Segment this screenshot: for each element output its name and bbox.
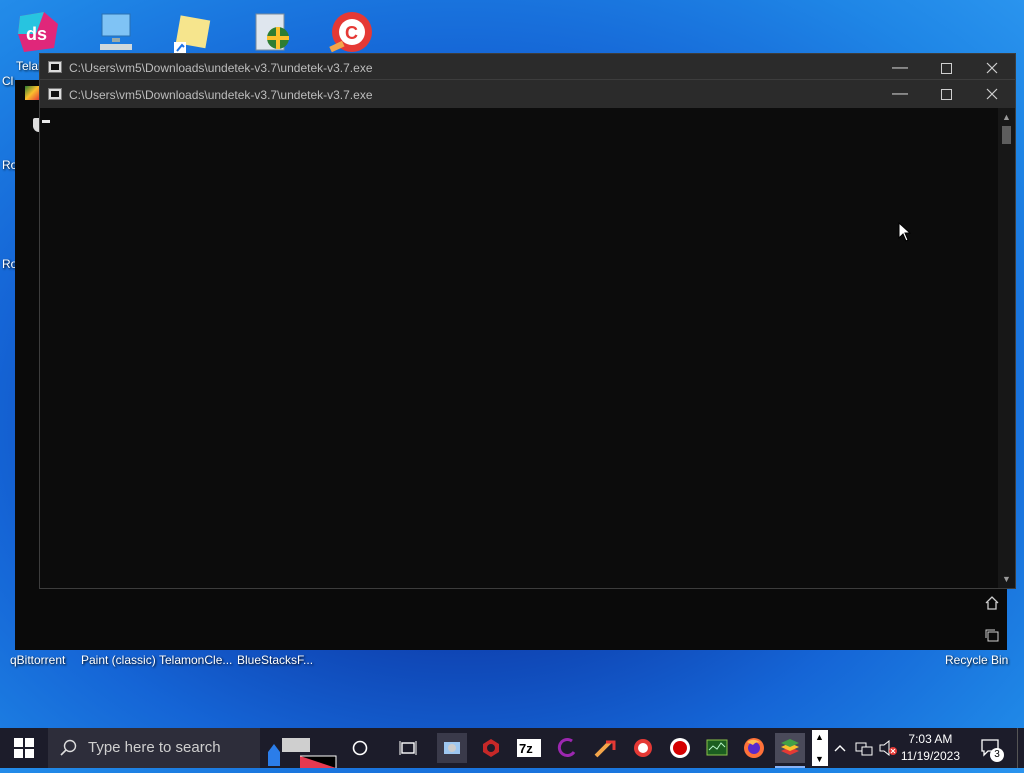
recorder-icon[interactable]: [665, 733, 695, 763]
scroll-down-arrow-icon[interactable]: ▼: [998, 572, 1015, 586]
search-icon: [60, 739, 77, 756]
red-hex-app-icon[interactable]: [476, 733, 506, 763]
notification-count-badge: 3: [990, 748, 1004, 762]
search-box[interactable]: Type here to search: [48, 728, 260, 768]
maximize-button[interactable]: [923, 80, 969, 108]
action-center-icon[interactable]: 3: [975, 733, 1005, 763]
this-pc-icon[interactable]: [92, 8, 148, 56]
network-icon[interactable]: [852, 733, 876, 763]
home-icon[interactable]: [977, 588, 1007, 618]
desktop-label-qbittorrent[interactable]: qBittorrent: [10, 653, 65, 667]
vertical-scrollbar[interactable]: ▲ ▼: [998, 108, 1015, 588]
desktop-label-telamoncleaner[interactable]: TelamonCle...: [159, 653, 232, 667]
console-app-icon: [48, 88, 62, 100]
console-app-icon: [48, 61, 62, 73]
scroll-up-arrow-icon[interactable]: ▲: [998, 110, 1015, 124]
task-view-icon[interactable]: [393, 733, 423, 763]
background-app-logo-icon: [25, 86, 39, 100]
taskbar-scroll-up-icon[interactable]: ▲: [815, 732, 824, 742]
desktop-studio-icon[interactable]: ds: [14, 8, 70, 56]
clock-time: 7:03 AM: [908, 732, 953, 746]
minimize-button[interactable]: —: [877, 80, 923, 108]
close-button[interactable]: [969, 80, 1015, 108]
clock-date: 11/19/2023: [900, 749, 960, 763]
desktop-label-bluestacks[interactable]: BlueStacksF...: [237, 653, 313, 667]
console-window-back-titlebar[interactable]: C:\Users\vm5\Downloads\undetek-v3.7\unde…: [39, 53, 1016, 81]
ccleaner-taskbar-icon[interactable]: [628, 733, 658, 763]
svg-text:C: C: [345, 23, 358, 43]
console-window-front-title: C:\Users\vm5\Downloads\undetek-v3.7\unde…: [69, 88, 373, 102]
scrollbar-thumb[interactable]: [1002, 126, 1011, 144]
file-explorer-taskbar-icon[interactable]: [437, 733, 467, 763]
search-placeholder: Type here to search: [88, 739, 221, 756]
ccleaner-broom-icon[interactable]: [590, 733, 620, 763]
svg-text:7z: 7z: [519, 741, 533, 756]
search-highlight-image: [260, 730, 338, 768]
desktop-label-partial-1: Cl: [2, 74, 14, 88]
taskbar: Type here to search 7z ▲ ▼ 7:03 AM 11/19…: [0, 728, 1024, 768]
minimize-button[interactable]: —: [877, 54, 923, 82]
bluestacks-taskbar-icon[interactable]: [775, 733, 805, 763]
taskbar-scroll-down-icon[interactable]: ▼: [815, 754, 824, 764]
ccleaner-icon[interactable]: C: [326, 8, 382, 56]
folder-shortcut-icon[interactable]: [170, 8, 226, 56]
show-desktop-button[interactable]: [1017, 728, 1024, 768]
arc-app-icon[interactable]: [552, 733, 582, 763]
svg-text:ds: ds: [26, 24, 47, 44]
7zip-icon[interactable]: 7z: [514, 733, 544, 763]
taskbar-scroll-buttons[interactable]: ▲ ▼: [812, 730, 828, 766]
mouse-pointer-icon: [898, 222, 912, 242]
show-hidden-icons-chevron-icon[interactable]: [832, 733, 848, 763]
close-button[interactable]: [969, 54, 1015, 82]
console-window-back-title: C:\Users\vm5\Downloads\undetek-v3.7\unde…: [69, 61, 373, 75]
start-button[interactable]: [9, 733, 39, 763]
clock[interactable]: 7:03 AM 11/19/2023: [901, 731, 960, 765]
desktop-label-recycle-bin[interactable]: Recycle Bin: [945, 653, 1008, 667]
desktop-label-paint[interactable]: Paint (classic): [81, 653, 156, 667]
cortana-icon[interactable]: [345, 733, 375, 763]
volume-muted-icon[interactable]: [876, 733, 900, 763]
task-manager-icon[interactable]: [702, 733, 732, 763]
text-cursor: [42, 120, 50, 123]
control-panel-icon[interactable]: [248, 8, 304, 56]
console-output-area[interactable]: ▲ ▼: [39, 108, 1016, 589]
console-window-front-titlebar[interactable]: C:\Users\vm5\Downloads\undetek-v3.7\unde…: [39, 79, 1016, 109]
firefox-icon[interactable]: [739, 733, 769, 763]
multi-instance-icon[interactable]: [977, 620, 1007, 650]
maximize-button[interactable]: [923, 54, 969, 82]
